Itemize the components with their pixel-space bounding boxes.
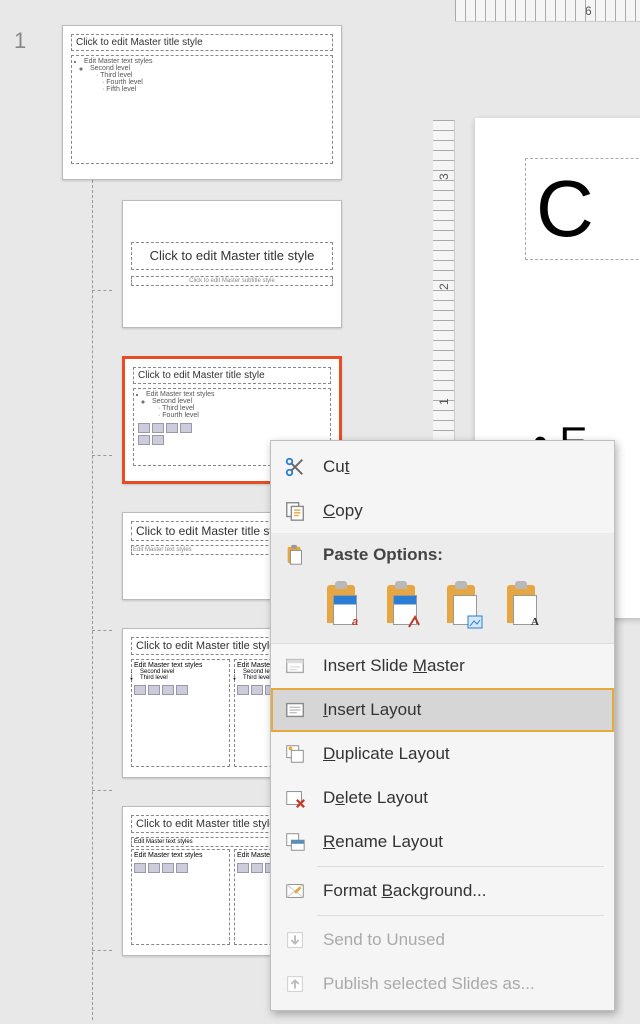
horizontal-ruler[interactable] xyxy=(455,0,640,22)
publish-up-icon xyxy=(281,970,309,998)
menu-label: Rename Layout xyxy=(323,832,443,852)
title-placeholder: Click to edit Master title style xyxy=(133,367,331,384)
menu-label: Insert Slide Master xyxy=(323,656,465,676)
menu-item-format-background[interactable]: Format Background... xyxy=(271,869,614,913)
copy-icon xyxy=(281,497,309,525)
duplicate-layout-icon xyxy=(281,740,309,768)
title-placeholder-canvas[interactable]: C xyxy=(525,158,640,260)
left-content-placeholder: Edit Master text styles Second levelThir… xyxy=(131,659,230,767)
menu-label: Send to Unused xyxy=(323,930,445,950)
layout-thumbnail-title-slide[interactable]: Click to edit Master title style Click t… xyxy=(122,200,342,328)
paste-option-keep-source-formatting[interactable] xyxy=(383,585,423,629)
rename-layout-icon xyxy=(281,828,309,856)
subtitle-placeholder: Click to edit Master subtitle style xyxy=(131,276,333,286)
menu-item-insert-layout[interactable]: Insert Layout xyxy=(271,688,614,732)
paste-option-picture[interactable] xyxy=(443,585,483,629)
menu-item-delete-layout[interactable]: Delete Layout xyxy=(271,776,614,820)
send-down-icon xyxy=(281,926,309,954)
delete-layout-icon xyxy=(281,784,309,812)
menu-item-publish-selected-slides: Publish selected Slides as... xyxy=(271,962,614,1006)
vertical-ruler[interactable]: 3 2 1 xyxy=(433,120,455,470)
layout-connector-line xyxy=(92,180,93,1020)
menu-item-insert-slide-master[interactable]: Insert Slide Master xyxy=(271,644,614,688)
menu-label: Delete Layout xyxy=(323,788,428,808)
menu-label: Format Background... xyxy=(323,881,486,901)
menu-item-duplicate-layout[interactable]: Duplicate Layout xyxy=(271,732,614,776)
menu-label: Cut xyxy=(323,457,349,477)
menu-label: Publish selected Slides as... xyxy=(323,974,535,994)
menu-separator xyxy=(317,915,604,916)
scissors-icon xyxy=(281,453,309,481)
menu-label: Paste Options: xyxy=(323,545,443,565)
menu-item-rename-layout[interactable]: Rename Layout xyxy=(271,820,614,864)
menu-label: Insert Layout xyxy=(323,700,421,720)
master-body-placeholder: Edit Master text styles Second level Thi… xyxy=(71,55,333,164)
menu-separator xyxy=(317,866,604,867)
master-index-number: 1 xyxy=(14,28,26,54)
paste-icon xyxy=(281,541,309,569)
layout-connector-h xyxy=(92,950,112,951)
layout-connector-h xyxy=(92,455,112,456)
context-menu: Cut Copy Paste Options: a A xyxy=(270,440,615,1011)
format-background-icon xyxy=(281,877,309,905)
paste-option-use-destination-theme[interactable]: a xyxy=(323,585,363,629)
menu-item-send-to-unused: Send to Unused xyxy=(271,918,614,962)
menu-item-cut[interactable]: Cut xyxy=(271,445,614,489)
paste-options-row: a A xyxy=(271,577,614,644)
menu-item-copy[interactable]: Copy xyxy=(271,489,614,533)
left-content-placeholder: Edit Master text styles xyxy=(131,849,230,945)
menu-label: Duplicate Layout xyxy=(323,744,450,764)
insert-layout-icon xyxy=(281,696,309,724)
title-text-fragment: C xyxy=(536,169,640,249)
paste-option-keep-text-only[interactable]: A xyxy=(503,585,543,629)
layout-connector-h xyxy=(92,290,112,291)
menu-label: Copy xyxy=(323,501,363,521)
layout-connector-h xyxy=(92,790,112,791)
master-title-placeholder: Click to edit Master title style xyxy=(71,34,333,51)
slide-master-thumbnail[interactable]: Click to edit Master title style Edit Ma… xyxy=(62,25,342,180)
insert-slide-master-icon xyxy=(281,652,309,680)
menu-paste-options-header: Paste Options: xyxy=(271,533,614,577)
title-placeholder: Click to edit Master title style xyxy=(131,242,333,271)
layout-connector-h xyxy=(92,630,112,631)
